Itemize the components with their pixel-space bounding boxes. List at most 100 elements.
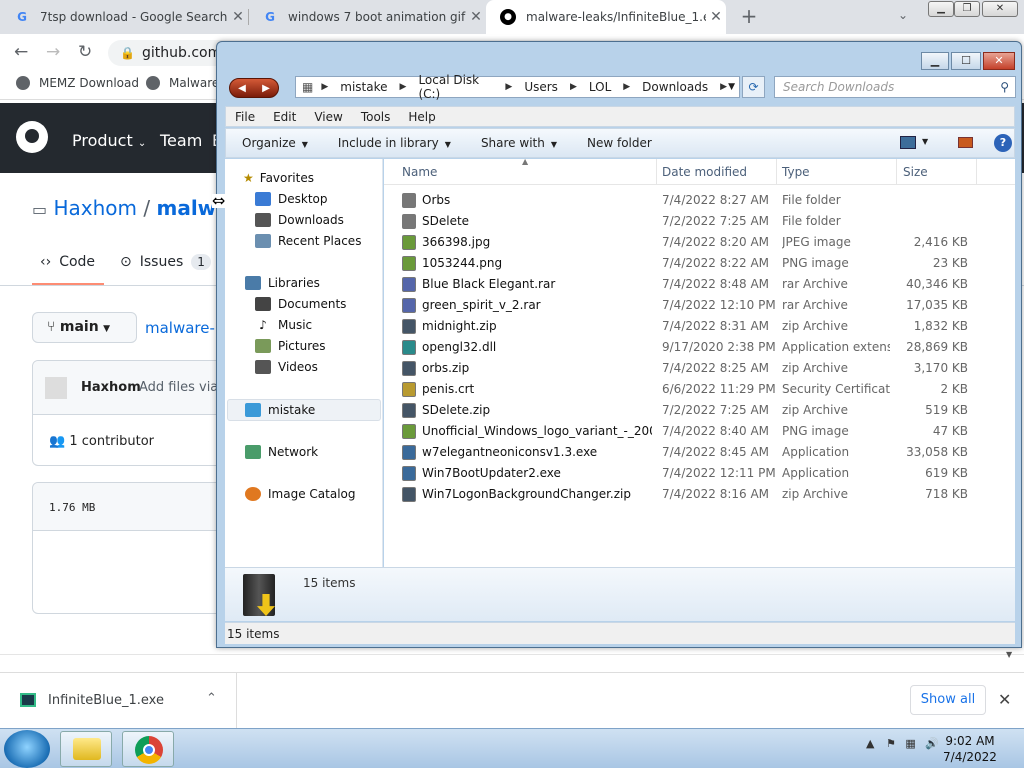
nav-libraries[interactable]: Libraries: [245, 273, 320, 293]
breadcrumb-item[interactable]: mistake: [340, 80, 387, 94]
file-row[interactable]: orbs.zip 7/4/2022 8:25 AM zip Archive 3,170…: [384, 358, 1015, 379]
breadcrumb-item[interactable]: Users: [524, 80, 558, 94]
branch-select-button[interactable]: ⑂ main ▼: [32, 312, 137, 343]
file-row[interactable]: Orbs 7/4/2022 8:27 AM File folder: [384, 190, 1015, 211]
nav-product[interactable]: Product ⌄: [72, 131, 146, 150]
view-options-dropdown-icon[interactable]: ▼: [922, 137, 928, 146]
column-date-modified[interactable]: Date modified: [662, 165, 747, 179]
file-row[interactable]: w7elegantneoniconsv1.3.exe 7/4/2022 8:45 …: [384, 442, 1015, 463]
refresh-button[interactable]: ⟳: [742, 76, 765, 98]
action-center-icon[interactable]: ⚑: [886, 737, 896, 750]
tab-code[interactable]: ‹› Code: [40, 254, 95, 270]
breadcrumb-repo-link[interactable]: malware-l: [145, 319, 219, 337]
repo-owner-link[interactable]: Haxhom: [53, 196, 137, 220]
menu-edit[interactable]: Edit: [273, 110, 296, 124]
back-icon[interactable]: ◀: [238, 83, 246, 94]
nav-desktop[interactable]: Desktop: [255, 189, 328, 209]
change-view-icon[interactable]: [900, 136, 916, 149]
breadcrumb-item[interactable]: Downloads: [642, 80, 708, 94]
file-row[interactable]: Win7LogonBackgroundChanger.zip 7/4/2022 8…: [384, 484, 1015, 505]
file-row[interactable]: midnight.zip 7/4/2022 8:31 AM zip Archive 1…: [384, 316, 1015, 337]
menu-tools[interactable]: Tools: [361, 110, 391, 124]
download-filename[interactable]: InfiniteBlue_1.exe: [48, 693, 164, 708]
scroll-down-arrow-icon[interactable]: ▼: [1006, 650, 1012, 659]
nav-pictures[interactable]: Pictures: [255, 336, 326, 356]
tab-google-search[interactable]: G 7tsp download - Google Search ✕: [0, 0, 248, 34]
explorer-address-bar[interactable]: ▦ ▶ mistake ▶ Local Disk (C:) ▶ Users ▶ LOL…: [295, 73, 740, 101]
address-dropdown-icon[interactable]: ▼: [728, 82, 735, 92]
nav-recent-places[interactable]: Recent Places: [255, 231, 361, 251]
file-row[interactable]: 366398.jpg 7/4/2022 8:20 AM JPEG image 2,41…: [384, 232, 1015, 253]
taskbar-chrome-button[interactable]: [122, 731, 174, 767]
file-row[interactable]: Blue Black Elegant.rar 7/4/2022 8:48 AM ra…: [384, 274, 1015, 295]
new-tab-button[interactable]: +: [738, 5, 760, 27]
nav-downloads[interactable]: Downloads: [255, 210, 344, 230]
file-row[interactable]: 1053244.png 7/4/2022 8:22 AM PNG image 23 K…: [384, 253, 1015, 274]
commit-author[interactable]: Haxhom: [81, 380, 141, 395]
nav-team[interactable]: Team: [160, 131, 202, 150]
menu-help[interactable]: Help: [408, 110, 435, 124]
column-type[interactable]: Type: [782, 165, 810, 179]
share-with-button[interactable]: Share with ▼: [481, 136, 557, 150]
file-row[interactable]: penis.crt 6/6/2022 11:29 PM Security Certi…: [384, 379, 1015, 400]
organize-button[interactable]: Organize ▼: [242, 136, 308, 150]
show-all-button[interactable]: Show all: [910, 685, 986, 715]
computer-icon: [245, 403, 261, 417]
menu-file[interactable]: File: [235, 110, 255, 124]
file-row[interactable]: SDelete 7/2/2022 7:25 AM File folder: [384, 211, 1015, 232]
network-icon[interactable]: ▦: [905, 737, 915, 750]
breadcrumb-item[interactable]: LOL: [589, 80, 611, 94]
search-icon[interactable]: ⚲: [1000, 77, 1009, 97]
file-row[interactable]: green_spirit_v_2.rar 7/4/2022 12:10 PM rar…: [384, 295, 1015, 316]
commit-message[interactable]: Add files via: [139, 380, 218, 395]
close-tab-icon[interactable]: ✕: [466, 9, 486, 25]
tab-issues[interactable]: ⊙ Issues 1: [120, 254, 211, 270]
show-hidden-icons-arrow-icon[interactable]: ▲: [866, 737, 874, 750]
github-logo-icon[interactable]: [16, 121, 48, 153]
contributors-count[interactable]: 👥 1 contributor: [49, 434, 154, 449]
clock[interactable]: 9:02 AM 7/4/2022: [930, 733, 1010, 765]
minimize-button[interactable]: ▁: [928, 1, 954, 17]
preview-pane-icon[interactable]: [958, 137, 973, 148]
nav-computer-mistake[interactable]: mistake: [245, 400, 315, 420]
forward-icon[interactable]: ▶: [262, 83, 270, 94]
forward-arrow-icon[interactable]: →: [46, 42, 60, 62]
tab-github-active[interactable]: ● malware-leaks/InfiniteBlue_1.exe ✕: [486, 0, 726, 34]
search-downloads-input[interactable]: Search Downloads ⚲: [774, 76, 1016, 98]
nav-documents[interactable]: Documents: [255, 294, 346, 314]
nav-videos[interactable]: Videos: [255, 357, 318, 377]
back-arrow-icon[interactable]: ←: [14, 42, 28, 62]
explorer-close-button[interactable]: ✕: [983, 52, 1015, 70]
nav-image-catalog[interactable]: Image Catalog: [245, 484, 355, 504]
reload-icon[interactable]: ↻: [78, 42, 92, 62]
chevron-up-icon[interactable]: ⌃: [206, 691, 217, 706]
breadcrumb-item[interactable]: Local Disk (C:): [418, 73, 493, 101]
nav-favorites[interactable]: ★ Favorites: [243, 168, 314, 188]
close-icon[interactable]: ✕: [998, 690, 1011, 709]
explorer-maximize-button[interactable]: ☐: [951, 52, 981, 70]
nav-music[interactable]: ♪ Music: [255, 315, 312, 335]
bookmark-memz[interactable]: MEMZ Download: [16, 76, 139, 90]
menu-view[interactable]: View: [314, 110, 342, 124]
new-folder-button[interactable]: New folder: [587, 136, 652, 150]
start-button[interactable]: [4, 730, 50, 768]
tab-boot-animation[interactable]: G windows 7 boot animation gif - C ✕: [248, 0, 486, 34]
close-tab-icon[interactable]: ✕: [706, 9, 726, 25]
avatar[interactable]: [45, 377, 67, 399]
nav-network[interactable]: Network: [245, 442, 318, 462]
include-in-library-button[interactable]: Include in library ▼: [338, 136, 451, 150]
file-row[interactable]: Win7BootUpdater2.exe 7/4/2022 12:11 PM App…: [384, 463, 1015, 484]
restore-button[interactable]: ❐: [954, 1, 980, 17]
bookmark-malware[interactable]: Malware: [146, 76, 219, 90]
close-tab-icon[interactable]: ✕: [228, 9, 248, 25]
help-icon[interactable]: ?: [994, 134, 1012, 152]
file-row[interactable]: opengl32.dll 9/17/2020 2:38 PM Application…: [384, 337, 1015, 358]
close-window-button[interactable]: ✕: [982, 1, 1018, 17]
file-row[interactable]: SDelete.zip 7/2/2022 7:25 AM zip Archive 51…: [384, 400, 1015, 421]
column-size[interactable]: Size: [903, 165, 928, 179]
file-row[interactable]: Unofficial_Windows_logo_variant_-_2002..…: [384, 421, 1015, 442]
taskbar-explorer-button[interactable]: [60, 731, 112, 767]
explorer-minimize-button[interactable]: ▁: [921, 52, 949, 70]
tab-search-chevron-icon[interactable]: ⌄: [898, 8, 908, 22]
column-name[interactable]: Name: [402, 165, 437, 179]
